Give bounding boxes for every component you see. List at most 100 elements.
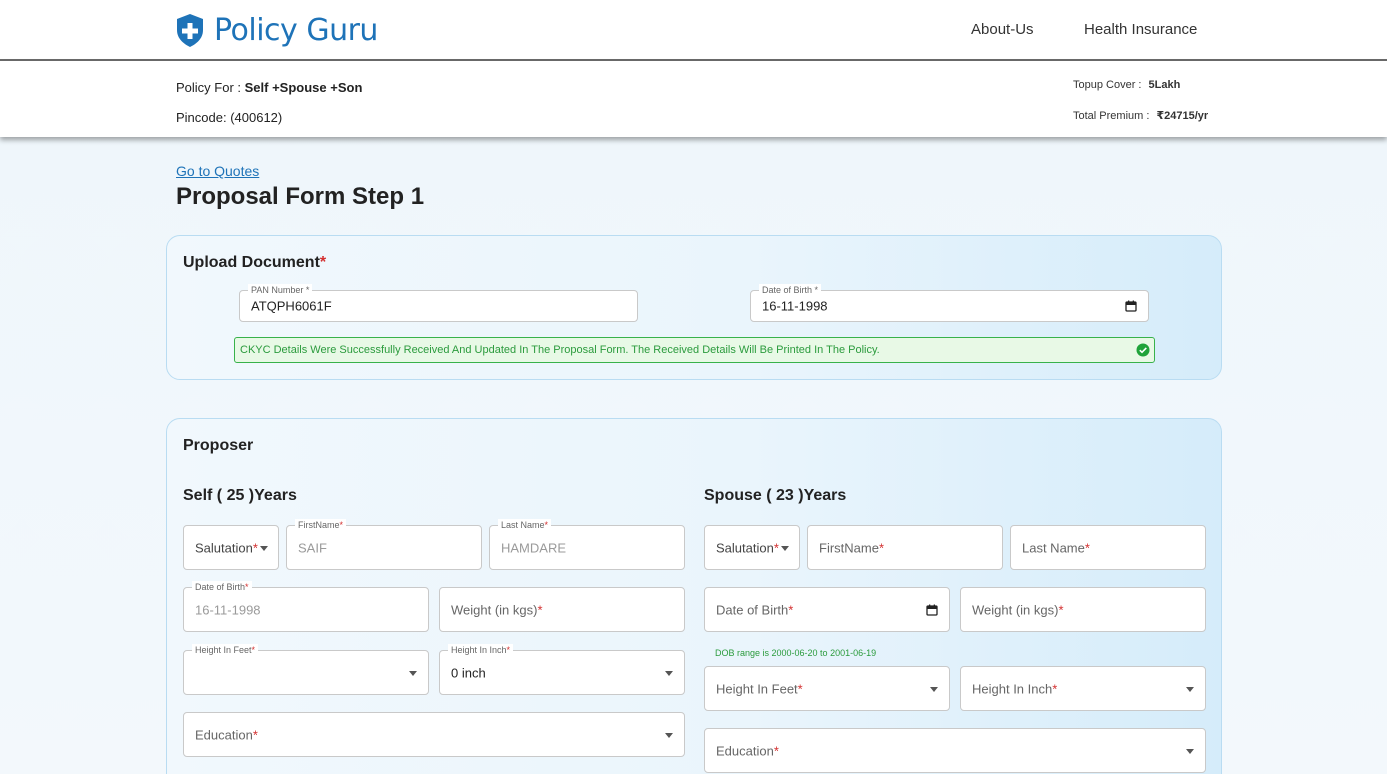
upload-document-title-text: Upload Document <box>183 254 320 271</box>
calendar-icon[interactable] <box>926 604 938 616</box>
policy-for: Policy For : Self +Spouse +Son <box>176 80 362 95</box>
required-mark: * <box>1058 602 1064 617</box>
self-dob-label: Date of Birth* <box>192 581 252 593</box>
self-weight-field[interactable]: Weight (in kgs)* <box>439 587 685 632</box>
topup-cover: Topup Cover : 5Lakh <box>1073 79 1180 91</box>
self-firstname-label: FirstName* <box>295 519 347 531</box>
required-mark: * <box>506 645 511 655</box>
chevron-down-icon <box>930 686 938 692</box>
spouse-height-feet-placeholder: Height In Feet* <box>716 681 803 696</box>
upload-dob-label: Date of Birth * <box>759 284 822 296</box>
self-dob-value: 16-11-1998 <box>195 602 261 617</box>
total-premium-label: Total Premium : <box>1073 110 1150 122</box>
self-education-select[interactable]: Education* <box>183 712 685 757</box>
spouse-dob-text: Date of Birth <box>716 602 789 617</box>
required-mark: * <box>251 645 256 655</box>
spouse-dob-range-hint: DOB range is 2000-06-20 to 2001-06-19 <box>715 648 877 658</box>
ckyc-success-text: CKYC Details Were Successfully Received … <box>240 344 880 356</box>
brand-logo[interactable]: Policy Guru <box>175 13 378 48</box>
ckyc-success-alert: CKYC Details Were Successfully Received … <box>234 337 1155 363</box>
topup-cover-label: Topup Cover : <box>1073 79 1142 91</box>
self-height-inch-label: Height In Inch* <box>448 644 514 656</box>
policy-summary-bar: Policy For : Self +Spouse +Son Pincode: … <box>0 61 1387 137</box>
spouse-height-inch-select[interactable]: Height In Inch* <box>960 666 1206 711</box>
pan-number-field[interactable]: PAN Number * ATQPH6061F <box>239 284 638 322</box>
required-mark: * <box>245 582 249 592</box>
self-salutation-select[interactable]: Salutation* <box>183 525 279 570</box>
chevron-down-icon <box>260 545 268 551</box>
check-circle-icon <box>1136 343 1150 357</box>
nav-about-us-link[interactable]: About-Us <box>971 21 1034 38</box>
required-mark: * <box>319 254 327 271</box>
self-height-inch-value: 0 inch <box>451 665 486 680</box>
required-mark: * <box>537 602 543 617</box>
spouse-heading: Spouse ( 23 )Years <box>704 487 847 504</box>
policy-for-label: Policy For : <box>176 80 242 95</box>
self-firstname-field[interactable]: FirstName* SAIF <box>286 519 482 570</box>
spouse-lastname-field[interactable]: Last Name* <box>1010 525 1206 570</box>
required-mark: * <box>1084 540 1090 555</box>
go-to-quotes-link[interactable]: Go to Quotes <box>176 163 259 179</box>
spouse-weight-field[interactable]: Weight (in kgs)* <box>960 587 1206 632</box>
self-lastname-label-text: Last Name <box>501 520 545 530</box>
spouse-lastname-placeholder: Last Name* <box>1022 540 1090 555</box>
spouse-height-inch-placeholder: Height In Inch* <box>972 681 1057 696</box>
spouse-weight-text: Weight (in kgs) <box>972 602 1059 617</box>
spouse-salutation-select[interactable]: Salutation* <box>704 525 800 570</box>
policy-for-value: Self +Spouse +Son <box>244 80 363 95</box>
required-mark: * <box>544 520 549 530</box>
topup-cover-value: 5Lakh <box>1148 79 1181 91</box>
self-salutation-text: Salutation <box>195 540 253 555</box>
required-mark: * <box>797 681 803 696</box>
total-premium-value: ₹24715/yr <box>1156 110 1209 122</box>
self-lastname-label: Last Name* <box>498 519 552 531</box>
chevron-down-icon <box>781 545 789 551</box>
calendar-icon[interactable] <box>1125 300 1137 312</box>
self-weight-text: Weight (in kgs) <box>451 602 538 617</box>
spouse-education-placeholder: Education* <box>716 743 779 758</box>
self-firstname-value: SAIF <box>298 540 327 555</box>
spouse-dob-field[interactable]: Date of Birth* <box>704 587 950 632</box>
self-lastname-value: HAMDARE <box>501 540 567 555</box>
proposer-card: Proposer Self ( 25 )Years Salutation* Fi… <box>166 418 1222 774</box>
proposer-title: Proposer <box>183 437 254 454</box>
spouse-height-feet-text: Height In Feet <box>716 681 798 696</box>
spouse-education-select[interactable]: Education* <box>704 728 1206 773</box>
total-premium: Total Premium : ₹24715/yr <box>1073 109 1208 122</box>
nav-health-insurance-link[interactable]: Health Insurance <box>1084 21 1197 38</box>
self-lastname-field[interactable]: Last Name* HAMDARE <box>489 519 685 570</box>
self-dob-field[interactable]: Date of Birth* 16-11-1998 <box>183 581 429 632</box>
brand-name: Policy Guru <box>214 13 378 48</box>
self-height-feet-select[interactable]: Height In Feet* <box>183 644 429 695</box>
required-mark: * <box>788 602 794 617</box>
top-navbar: Policy Guru About-Us Health Insurance <box>0 0 1387 61</box>
self-dob-label-text: Date of Birth <box>195 582 246 592</box>
pan-number-label: PAN Number * <box>248 284 313 296</box>
self-weight-placeholder: Weight (in kgs)* <box>451 602 543 617</box>
spouse-firstname-field[interactable]: FirstName* <box>807 525 1003 570</box>
required-mark: * <box>773 540 779 555</box>
self-salutation-placeholder: Salutation* <box>195 540 258 555</box>
required-mark: * <box>878 540 885 555</box>
spouse-height-inch-text: Height In Inch <box>972 681 1053 696</box>
shield-plus-icon <box>177 14 203 47</box>
spouse-weight-placeholder: Weight (in kgs)* <box>972 602 1064 617</box>
spouse-salutation-placeholder: Salutation* <box>716 540 779 555</box>
chevron-down-icon <box>1186 748 1194 754</box>
upload-dob-value: 16-11-1998 <box>762 298 828 314</box>
chevron-down-icon <box>409 670 417 676</box>
upload-dob-field[interactable]: Date of Birth * 16-11-1998 <box>750 284 1149 322</box>
spouse-dob-placeholder: Date of Birth* <box>716 602 793 617</box>
self-heading: Self ( 25 )Years <box>183 487 297 504</box>
page-title: Proposal Form Step 1 <box>176 183 425 210</box>
required-mark: * <box>252 540 258 555</box>
self-height-inch-label-text: Height In Inch <box>451 645 507 655</box>
spouse-height-feet-select[interactable]: Height In Feet* <box>704 666 950 711</box>
chevron-down-icon <box>665 670 673 676</box>
required-mark: * <box>1052 681 1058 696</box>
required-mark: * <box>773 743 779 758</box>
spouse-education-text: Education <box>716 743 774 758</box>
self-education-text: Education <box>195 727 253 742</box>
upload-document-title: Upload Document* <box>183 254 326 272</box>
self-height-inch-select[interactable]: Height In Inch* 0 inch <box>439 644 685 695</box>
